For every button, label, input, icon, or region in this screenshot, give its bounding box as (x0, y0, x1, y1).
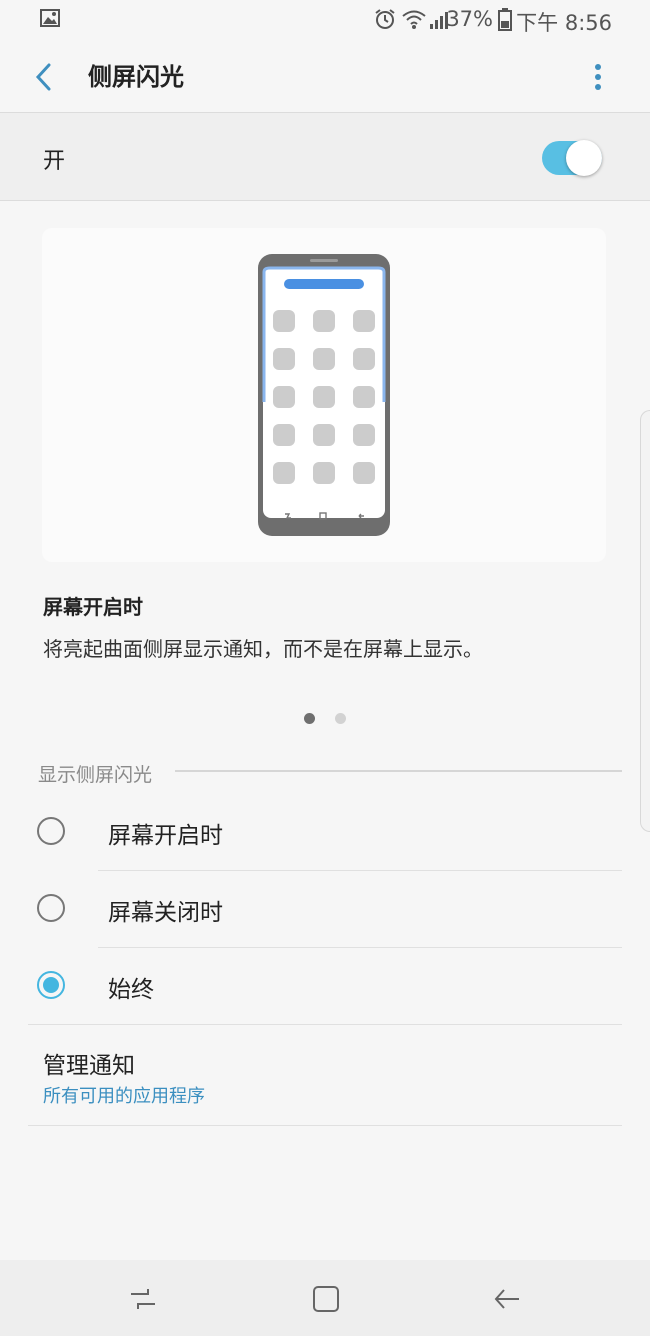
manage-notifications-title: 管理通知 (43, 1053, 135, 1079)
option-screen-off[interactable]: 屏幕关闭时 (0, 873, 650, 949)
master-toggle[interactable] (542, 140, 602, 176)
battery-icon (498, 8, 512, 31)
option-screen-on[interactable]: 屏幕开启时 (0, 796, 650, 872)
battery-percent: 37% (446, 7, 493, 31)
option-divider (98, 947, 622, 948)
alarm-icon (375, 9, 395, 29)
clock: 下午 8:56 (516, 11, 612, 35)
page-title: 侧屏闪光 (88, 63, 184, 91)
section-divider-line (175, 770, 622, 772)
page-indicator-dot-2[interactable] (335, 713, 346, 724)
recent-apps-icon[interactable] (128, 1284, 158, 1314)
list-divider (28, 1125, 622, 1126)
home-icon[interactable] (311, 1284, 341, 1314)
option-label: 始终 (108, 977, 154, 1003)
option-label: 屏幕关闭时 (108, 900, 223, 926)
toggle-knob (566, 140, 602, 176)
back-icon[interactable] (492, 1284, 522, 1314)
image-icon (40, 9, 60, 27)
radio-button[interactable] (37, 894, 65, 922)
edge-panel-handle[interactable] (640, 410, 650, 832)
phone-illustration (258, 254, 390, 536)
illustration-caption-body: 将亮起曲面侧屏显示通知，而不是在屏幕上显示。 (43, 637, 483, 661)
navigation-bar (0, 1260, 650, 1336)
status-bar: 37% 下午 8:56 (0, 0, 650, 40)
page-indicator-dot-1[interactable] (304, 713, 315, 724)
section-header: 显示侧屏闪光 (38, 760, 165, 787)
radio-button-selected[interactable] (37, 971, 65, 999)
chevron-left-icon[interactable] (32, 62, 54, 92)
option-divider (98, 870, 622, 871)
option-label: 屏幕开启时 (108, 823, 223, 849)
master-switch-row[interactable]: 开 (0, 113, 650, 200)
switch-divider (0, 200, 650, 201)
option-always[interactable]: 始终 (0, 950, 650, 1026)
master-switch-label: 开 (43, 149, 66, 174)
radio-button[interactable] (37, 817, 65, 845)
app-bar: 侧屏闪光 (0, 40, 650, 112)
manage-notifications-subtitle: 所有可用的应用程序 (43, 1086, 205, 1107)
option-divider (28, 1024, 622, 1025)
wifi-icon (402, 10, 426, 29)
more-vertical-icon[interactable] (593, 62, 603, 92)
illustration-caption-title: 屏幕开启时 (43, 595, 143, 619)
illustration-card[interactable] (42, 228, 606, 562)
